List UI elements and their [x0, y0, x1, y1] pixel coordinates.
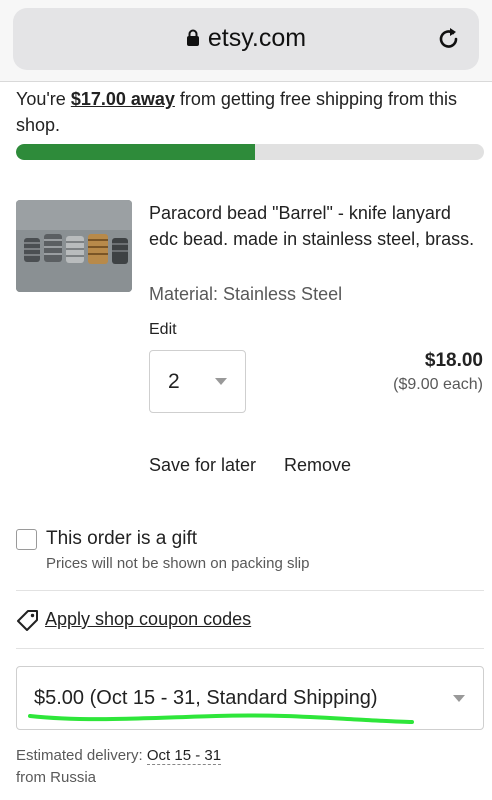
estimated-delivery: Estimated delivery: Oct 15 - 31 — [16, 747, 222, 765]
gift-checkbox-label[interactable]: This order is a gift — [46, 528, 197, 550]
item-total-price: $18.00 — [424, 350, 483, 371]
chevron-down-icon — [453, 695, 465, 702]
estimated-delivery-dates[interactable]: Oct 15 - 31 — [146, 747, 222, 765]
progress-fill — [16, 144, 255, 160]
free-shipping-prefix: You're — [16, 89, 71, 109]
quantity-select[interactable]: 2 — [149, 350, 246, 413]
divider — [16, 648, 484, 649]
url-display: etsy.com — [13, 24, 479, 53]
product-variation: Material: Stainless Steel — [149, 284, 343, 304]
product-title-link[interactable]: Paracord bead "Barrel" - knife lanyard e… — [149, 200, 481, 252]
url-text: etsy.com — [207, 24, 307, 52]
chevron-down-icon — [215, 378, 227, 385]
remove-button[interactable]: Remove — [284, 455, 351, 476]
gift-checkbox[interactable] — [16, 529, 37, 550]
edit-link[interactable]: Edit — [149, 321, 177, 339]
free-shipping-message: You're $17.00 away from getting free shi… — [16, 86, 478, 138]
divider — [16, 590, 484, 591]
shipping-option-select[interactable]: $5.00 (Oct 15 - 31, Standard Shipping) — [16, 666, 484, 730]
reload-icon[interactable] — [437, 26, 461, 52]
browser-toolbar: etsy.com — [0, 0, 492, 82]
free-shipping-progress-bar — [16, 144, 484, 160]
gift-note: Prices will not be shown on packing slip — [46, 555, 310, 572]
estimated-delivery-label: Estimated delivery: — [16, 747, 147, 764]
shipping-option-value: $5.00 (Oct 15 - 31, Standard Shipping) — [34, 687, 378, 709]
unit-price: ($9.00 each) — [393, 376, 483, 393]
tag-icon — [17, 610, 38, 631]
address-bar[interactable]: etsy.com — [13, 8, 479, 70]
save-for-later-button[interactable]: Save for later — [149, 455, 256, 476]
lock-icon — [186, 25, 200, 46]
ships-from: from Russia — [16, 769, 97, 786]
quantity-value: 2 — [168, 370, 180, 393]
free-shipping-amount: $17.00 away — [70, 89, 175, 109]
product-thumbnail[interactable] — [16, 200, 132, 292]
apply-coupon-link[interactable]: Apply shop coupon codes — [45, 609, 251, 630]
